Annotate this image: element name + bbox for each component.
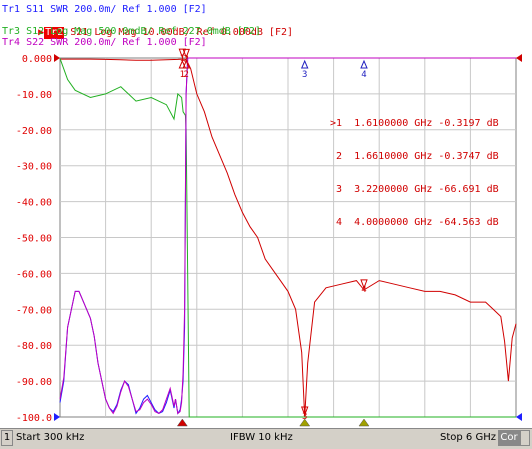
start-frequency[interactable]: Start 300 kHz <box>16 432 84 443</box>
stimulus-marker-icon <box>176 418 188 427</box>
marker-row: >1 1.6100000 GHz -0.3197 dB <box>330 118 499 129</box>
y-tick-label: -50.00 <box>16 234 52 245</box>
marker-top-number: 2 <box>184 70 189 80</box>
ref-left-blue-icon <box>54 413 60 421</box>
stimulus-marker-icon <box>358 418 370 427</box>
stop-frequency[interactable]: Stop 6 GHz <box>440 432 496 443</box>
y-tick-labels: 0.000 -10.00 -20.00 -30.00 -40.00 -50.00 -60.0… <box>16 54 52 424</box>
vna-screen: Tr1 S11 SWR 200.0m/ Ref 1.000 [F2] ▶Tr2 … <box>0 0 532 448</box>
ref-right-blue-icon <box>516 413 522 421</box>
ref-right-red-icon <box>516 54 522 62</box>
y-tick-label: -30.00 <box>16 162 52 173</box>
y-tick-label: -10.00 <box>16 90 52 101</box>
correction-badge[interactable]: Cor <box>498 430 520 446</box>
y-tick-label: -40.00 <box>16 198 52 209</box>
ref-left-red-icon <box>54 54 60 62</box>
marker-top-number: 4 <box>361 70 366 80</box>
channel-indicator[interactable]: 1 <box>1 430 13 446</box>
y-tick-label: -60.00 <box>16 269 52 280</box>
y-tick-label: -80.00 <box>16 341 52 352</box>
marker-number: 2 <box>184 54 189 64</box>
marker-number: 4 <box>361 285 366 295</box>
y-tick-label: -100.0 <box>16 413 52 424</box>
ifbw-setting[interactable]: IFBW 10 kHz <box>230 432 293 443</box>
status-bar: 1 Start 300 kHz IFBW 10 kHz Stop 6 GHz C… <box>0 428 532 449</box>
y-tick-label: -90.00 <box>16 377 52 388</box>
marker-row: 2 1.6610000 GHz -0.3747 dB <box>330 151 499 162</box>
y-tick-label: 0.000 <box>22 54 52 65</box>
marker-row: 3 3.2200000 GHz -66.691 dB <box>330 184 499 195</box>
extra-indicator <box>520 430 530 446</box>
y-tick-label: -70.00 <box>16 305 52 316</box>
marker-top-number: 3 <box>302 70 307 80</box>
y-tick-label: -20.00 <box>16 126 52 137</box>
marker-row: 4 4.0000000 GHz -64.563 dB <box>330 217 499 228</box>
marker-table: >1 1.6100000 GHz -0.3197 dB 2 1.6610000 … <box>330 96 499 250</box>
